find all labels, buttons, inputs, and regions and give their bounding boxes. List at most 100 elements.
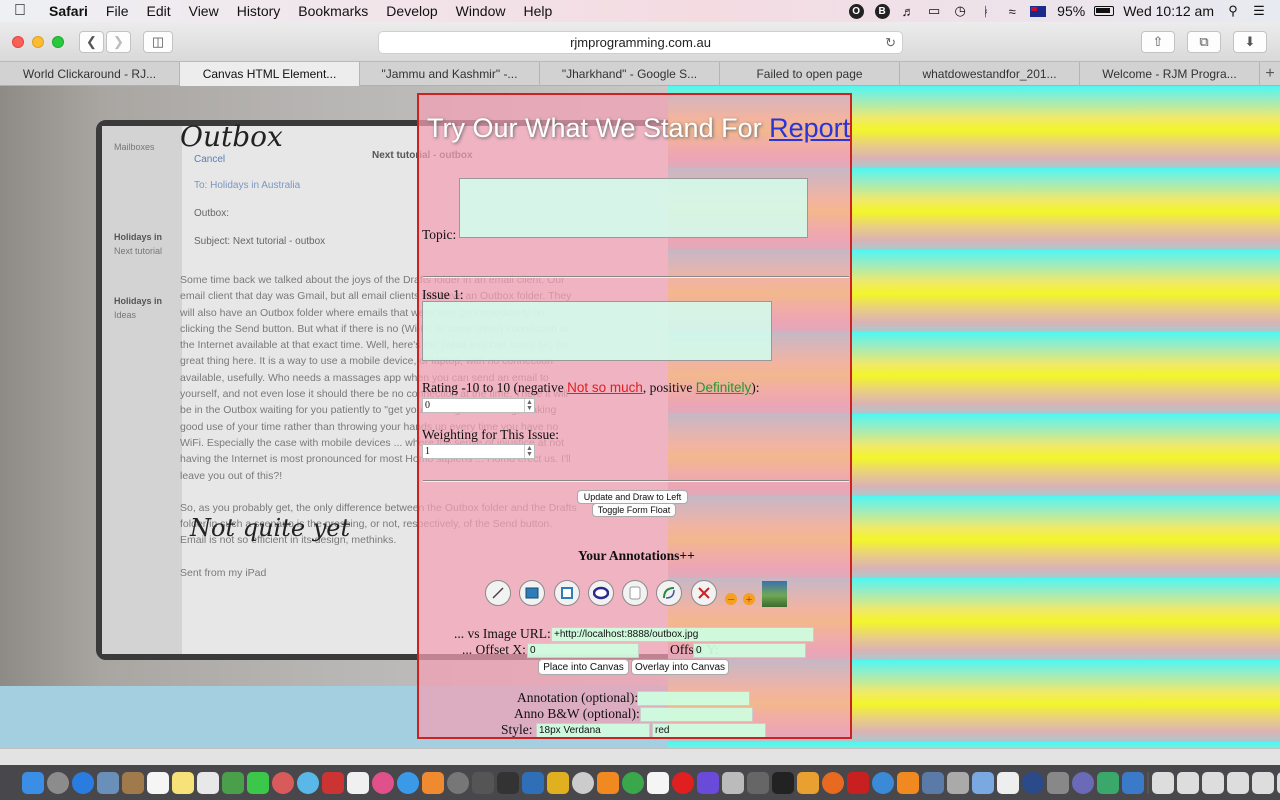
opera-status-icon[interactable]: O: [845, 2, 867, 20]
minimize-window-button[interactable]: [32, 36, 44, 48]
back-button[interactable]: ❮: [79, 31, 104, 53]
rect-tool-icon[interactable]: [554, 580, 580, 606]
tab-jharkhand[interactable]: "Jharkhand" - Google S...: [540, 62, 720, 86]
mail-icon[interactable]: [97, 771, 119, 794]
not-so-much-link[interactable]: Not so much: [567, 380, 643, 395]
ibooks-icon[interactable]: [422, 771, 444, 794]
utility-app-icon[interactable]: [472, 771, 494, 794]
spotlight-search-icon[interactable]: ⚲: [1222, 2, 1244, 20]
offset-x-input[interactable]: 0: [527, 643, 639, 658]
app-store-icon[interactable]: [397, 771, 419, 794]
folder-stack-3-icon[interactable]: [1252, 771, 1274, 794]
rounded-rect-tool-icon[interactable]: [622, 580, 648, 606]
notification-center-icon[interactable]: ☰: [1248, 2, 1270, 20]
calendar-icon[interactable]: [147, 771, 169, 794]
report-link[interactable]: Report: [769, 113, 850, 143]
anno-bw-input[interactable]: [640, 707, 753, 722]
folder-stack-icon[interactable]: [1202, 771, 1224, 794]
mysql-workbench-icon[interactable]: [1122, 771, 1144, 794]
menubar-clock[interactable]: Wed 10:12 am: [1117, 3, 1220, 19]
place-into-canvas-button[interactable]: Place into Canvas: [538, 659, 629, 675]
rating-stepper-icon[interactable]: ▲ ▼: [524, 399, 534, 412]
audio-status-icon[interactable]: ♬: [897, 2, 919, 20]
opera-icon[interactable]: [672, 771, 694, 794]
definitely-link[interactable]: Definitely: [696, 380, 752, 395]
wifi-icon[interactable]: ≈: [1001, 2, 1023, 20]
show-tabs-button[interactable]: ⧉: [1187, 31, 1221, 53]
quicktime-icon[interactable]: [872, 771, 894, 794]
topic-textarea[interactable]: [459, 178, 808, 238]
tab-canvas-html-element[interactable]: Canvas HTML Element...: [180, 62, 360, 86]
offset-y-input[interactable]: 0: [693, 643, 806, 658]
zoom-out-icon[interactable]: –: [725, 592, 737, 605]
textwrangler-icon[interactable]: [547, 771, 569, 794]
imovie-icon[interactable]: [697, 771, 719, 794]
php-icon[interactable]: [1072, 771, 1094, 794]
address-bar[interactable]: rjmprogramming.com.au ↻: [378, 31, 903, 54]
zoom-in-icon[interactable]: +: [743, 593, 755, 605]
forward-button[interactable]: ❯: [106, 31, 131, 53]
tab-jammu-kashmir[interactable]: "Jammu and Kashmir" -...: [360, 62, 540, 86]
xampp-icon[interactable]: [1097, 771, 1119, 794]
battery-icon[interactable]: [1093, 2, 1115, 20]
disk-utility-icon[interactable]: [572, 771, 594, 794]
system-preferences-icon[interactable]: [447, 771, 469, 794]
image-capture-icon[interactable]: [722, 771, 744, 794]
horizontal-scrollbar[interactable]: [0, 748, 1280, 765]
menu-file[interactable]: File: [97, 3, 138, 19]
menu-view[interactable]: View: [180, 3, 228, 19]
text-document-icon[interactable]: [647, 771, 669, 794]
new-tab-button[interactable]: +: [1260, 62, 1280, 85]
b-status-icon[interactable]: B: [871, 2, 893, 20]
bluetooth-icon[interactable]: ᛓ: [975, 2, 997, 20]
menu-window[interactable]: Window: [447, 3, 515, 19]
tab-welcome-rjm[interactable]: Welcome - RJM Progra...: [1080, 62, 1260, 86]
notes-icon[interactable]: [172, 771, 194, 794]
maps-icon[interactable]: [222, 771, 244, 794]
screenshot-app-icon[interactable]: [747, 771, 769, 794]
finder-icon[interactable]: [22, 771, 44, 794]
downloads-stack-icon[interactable]: [1152, 771, 1174, 794]
filezilla-icon[interactable]: [847, 771, 869, 794]
style-color-input[interactable]: red: [652, 723, 766, 737]
facetime-icon[interactable]: [297, 771, 319, 794]
xcode-icon[interactable]: [522, 771, 544, 794]
style-font-input[interactable]: 18px Verdana: [536, 723, 650, 737]
safari-icon[interactable]: [72, 771, 94, 794]
reminders-icon[interactable]: [197, 771, 219, 794]
weighting-stepper-icon[interactable]: ▲ ▼: [524, 445, 534, 458]
preview-icon[interactable]: [347, 771, 369, 794]
filled-rect-tool-icon[interactable]: [519, 580, 545, 606]
zoom-window-button[interactable]: [52, 36, 64, 48]
tab-world-clickaround[interactable]: World Clickaround - RJ...: [0, 62, 180, 86]
photos-icon[interactable]: [272, 771, 294, 794]
text-edit-icon[interactable]: [997, 771, 1019, 794]
documents-stack-icon[interactable]: [1177, 771, 1199, 794]
photo-booth-icon[interactable]: [322, 771, 344, 794]
menu-edit[interactable]: Edit: [137, 3, 179, 19]
menu-develop[interactable]: Develop: [377, 3, 446, 19]
terminal-style-app-icon[interactable]: [497, 771, 519, 794]
sidebar-toggle-button[interactable]: ◫: [143, 31, 173, 53]
tab-failed-to-open[interactable]: Failed to open page: [720, 62, 900, 86]
line-tool-icon[interactable]: [485, 580, 511, 606]
clear-tool-icon[interactable]: [691, 580, 717, 606]
virtualbox-icon[interactable]: [972, 771, 994, 794]
contacts-icon[interactable]: [122, 771, 144, 794]
ellipse-tool-icon[interactable]: [588, 580, 614, 606]
rating-input[interactable]: 0 ▲ ▼: [422, 398, 535, 413]
menu-bookmarks[interactable]: Bookmarks: [289, 3, 377, 19]
airplay-icon[interactable]: ▭: [923, 2, 945, 20]
image-thumbnail-icon[interactable]: [762, 581, 787, 607]
issue-textarea[interactable]: [422, 301, 772, 361]
downloads-button[interactable]: ⬇: [1233, 31, 1267, 53]
messages-icon[interactable]: [247, 771, 269, 794]
launchpad-icon[interactable]: [47, 771, 69, 794]
input-source-flag-icon[interactable]: [1027, 2, 1049, 20]
firefox-icon[interactable]: [822, 771, 844, 794]
menu-history[interactable]: History: [228, 3, 290, 19]
image-url-input[interactable]: +http://localhost:8888/outbox.jpg: [551, 627, 814, 642]
weighting-input[interactable]: 1 ▲ ▼: [422, 444, 535, 459]
apple-menu-icon[interactable]: : [0, 2, 40, 20]
time-machine-icon[interactable]: ◷: [949, 2, 971, 20]
